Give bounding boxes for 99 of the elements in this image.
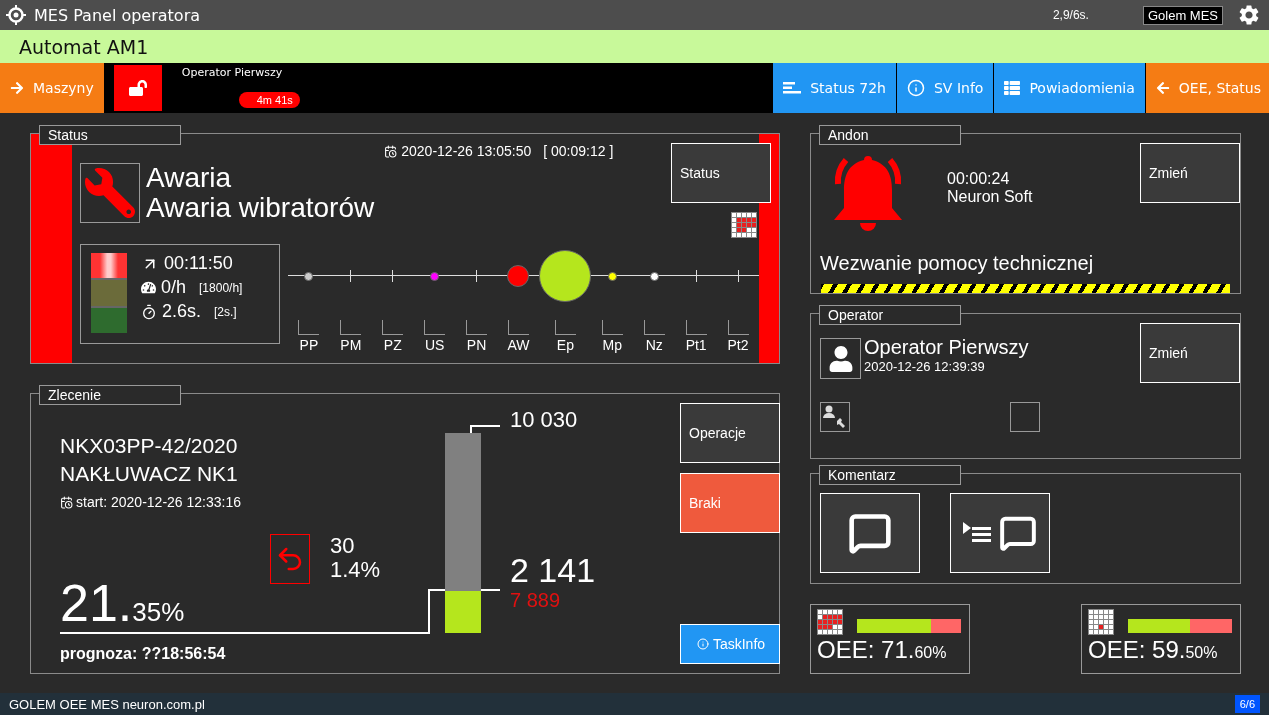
state-label: Pt1	[685, 337, 707, 353]
user-icon	[827, 345, 854, 372]
order-button[interactable]: Braki	[680, 473, 780, 533]
progress-percent: 21.35%	[60, 578, 185, 634]
arrow-left-icon	[1155, 81, 1170, 95]
state-label: Nz	[645, 337, 663, 353]
order-button[interactable]: TaskInfo	[680, 624, 780, 664]
timeline-marker	[298, 320, 320, 335]
comment-icon	[848, 511, 892, 555]
info-icon	[906, 79, 925, 97]
calendar-icon	[384, 144, 398, 158]
status-datetime: 2020-12-26 13:05:50	[401, 143, 532, 159]
nav-button[interactable]: Status 72h	[773, 63, 896, 113]
machines-button[interactable]: Maszyny	[0, 63, 104, 113]
signal-tower-icon	[91, 253, 127, 333]
elapsed-time: 00:11:50	[164, 253, 233, 274]
panel-legend: Andon	[819, 125, 961, 145]
state-label: PN	[466, 337, 487, 353]
change-button[interactable]: Zmień	[1140, 143, 1240, 203]
forecast: prognoza: ??18:56:54	[60, 645, 226, 663]
cycle-time: 2.6s.	[162, 301, 202, 322]
status-reason: Awaria wibratorów	[146, 193, 375, 223]
state-label: Ep	[556, 337, 574, 353]
unlock-icon	[128, 79, 147, 97]
settings-icon[interactable]	[1237, 3, 1261, 27]
comment-icon	[999, 514, 1037, 552]
status-button[interactable]: Status	[671, 143, 771, 203]
timeline-marker	[601, 320, 623, 335]
state-label: PP	[299, 337, 319, 353]
product-name: NAKŁUWACZ NK1	[60, 461, 239, 487]
app-title: MES Panel operatora	[34, 5, 201, 25]
scrap-count: 30	[330, 534, 356, 558]
nav-button[interactable]: OEE, Status	[1145, 63, 1269, 113]
timeline-marker	[382, 320, 404, 335]
matrix-icon	[1088, 609, 1114, 635]
user-wrench-icon	[822, 404, 848, 430]
change-button[interactable]: Zmień	[1140, 323, 1240, 383]
panel-legend: Zlecenie	[39, 385, 181, 405]
production-rate: 0/h	[161, 277, 187, 298]
operator-login-time: 2020-12-26 12:39:39	[864, 359, 986, 374]
info-icon	[696, 638, 709, 650]
refresh-rate: 2,9/6s.	[1052, 8, 1089, 22]
system-name: Golem MES	[1142, 5, 1223, 25]
remaining-quantity: 7 889	[510, 589, 561, 612]
target-quantity: 10 030	[510, 407, 578, 433]
machine-name: Automat AM1	[19, 35, 149, 58]
timeline-marker	[340, 320, 362, 335]
session-timer: 4m 41s	[238, 92, 300, 108]
state-label: US	[424, 337, 445, 353]
matrix-icon	[731, 212, 757, 238]
timeline-marker	[554, 320, 576, 335]
timeline-marker	[685, 320, 707, 335]
panel-legend: Komentarz	[819, 465, 961, 485]
timer-icon	[141, 303, 157, 320]
nav-button[interactable]: SV Info	[896, 63, 994, 113]
panel-legend: Status	[39, 125, 181, 145]
list-icon	[1004, 80, 1021, 96]
rate-norm: [1800/h]	[199, 280, 243, 295]
andon-source: Neuron Soft	[947, 188, 1033, 206]
state-label: Mp	[602, 337, 623, 353]
comment-list-button[interactable]	[950, 493, 1050, 573]
state-label: PM	[340, 337, 362, 353]
gauge-icon	[141, 280, 156, 295]
state-label: AW	[507, 337, 530, 353]
order-number: NKX03PP-42/2020	[60, 433, 239, 459]
state-label: Pt2	[727, 337, 749, 353]
timeline-marker	[424, 320, 446, 335]
operator-name: Operator Pierwszy	[181, 66, 284, 79]
state-label: PZ	[383, 337, 402, 353]
user-tools-tile[interactable]	[820, 402, 850, 432]
andon-message: Wezwanie pomocy technicznej	[820, 252, 1095, 275]
calendar-icon	[60, 495, 73, 509]
andon-time: 00:00:24	[947, 170, 1011, 188]
oee-value: OEE: 59.50%	[1088, 637, 1218, 665]
order-button[interactable]: Operacje	[680, 403, 780, 463]
page-counter: 6/6	[1234, 695, 1260, 713]
comment-button[interactable]	[820, 493, 920, 573]
order-start: start: 2020-12-26 12:33:16	[76, 494, 241, 510]
nav-button[interactable]: Powiadomienia	[994, 63, 1145, 113]
timeline-marker	[466, 320, 488, 335]
cycle-norm: [2s.]	[214, 304, 237, 319]
timeline-marker	[727, 320, 749, 335]
status-title: Awaria	[146, 163, 233, 193]
target-icon	[6, 5, 26, 25]
lines-icon	[783, 82, 802, 94]
footer-text: GOLEM OEE MES neuron.com.pl	[9, 696, 205, 712]
scrap-percent: 1.4%	[330, 558, 381, 582]
arrow-right-icon	[10, 81, 24, 95]
status-duration: [ 00:09:12 ]	[543, 143, 614, 159]
operator-full-name: Operator Pierwszy	[864, 336, 1029, 359]
timeline-marker	[643, 320, 665, 335]
list-icon	[963, 522, 993, 544]
done-quantity: 2 141	[510, 551, 596, 590]
matrix-icon	[817, 609, 843, 635]
timeline-marker	[507, 320, 529, 335]
oee-value: OEE: 71.60%	[817, 637, 947, 665]
panel-legend: Operator	[819, 305, 961, 325]
empty-tile[interactable]	[1010, 402, 1040, 432]
lock-button[interactable]	[113, 65, 162, 111]
